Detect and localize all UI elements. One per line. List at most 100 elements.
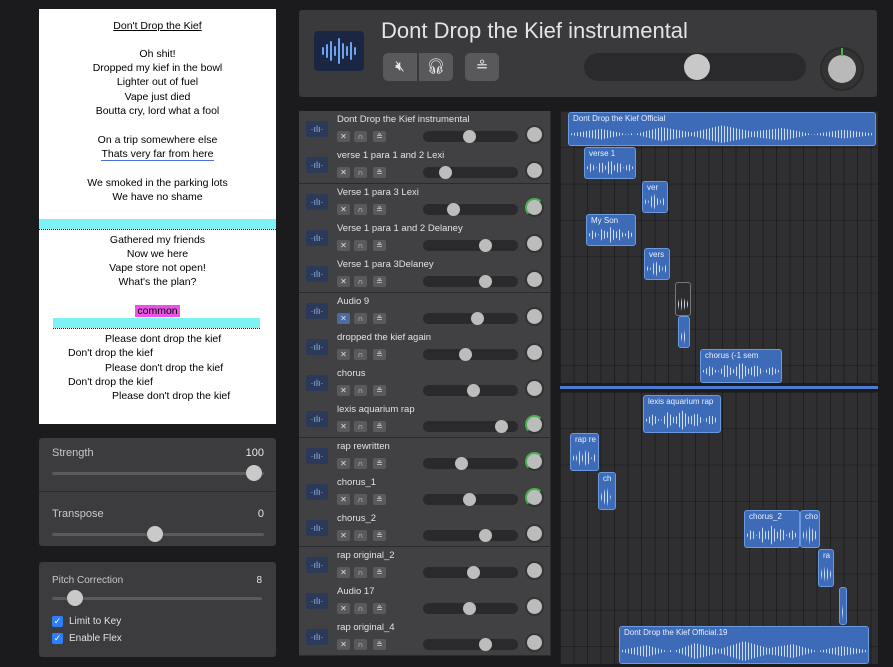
- track-mute-button[interactable]: ✕: [337, 276, 350, 288]
- track-row[interactable]: ·ılı· rap original_4 ✕ ∩ ≗: [299, 619, 550, 657]
- track-pan-knob[interactable]: [525, 306, 544, 326]
- track-solo-button[interactable]: ∩: [354, 457, 367, 469]
- track-volume-thumb[interactable]: [459, 347, 472, 361]
- track-mute-button[interactable]: ✕: [337, 457, 350, 469]
- mute-button[interactable]: 🔇︎: [383, 53, 417, 81]
- track-volume-slider[interactable]: [423, 638, 518, 652]
- track-solo-button[interactable]: ∩: [354, 348, 367, 360]
- audio-region[interactable]: chorus (-1 sem: [700, 349, 782, 383]
- solo-button[interactable]: 🎧︎: [419, 53, 453, 81]
- track-mute-button[interactable]: ✕: [337, 167, 350, 179]
- track-monitor-button[interactable]: ≗: [373, 276, 386, 288]
- track-volume-thumb[interactable]: [455, 456, 468, 470]
- track-row[interactable]: ·ılı· chorus ✕ ∩ ≗: [299, 365, 550, 403]
- track-volume-thumb[interactable]: [479, 529, 492, 543]
- track-solo-button[interactable]: ∩: [354, 239, 367, 251]
- pan-knob[interactable]: [820, 47, 864, 91]
- track-mute-button[interactable]: ✕: [337, 203, 350, 215]
- track-volume-slider[interactable]: [423, 565, 518, 579]
- track-pan-knob[interactable]: [525, 125, 544, 144]
- track-volume-thumb[interactable]: [463, 130, 476, 143]
- track-mute-button[interactable]: ✕: [337, 385, 350, 397]
- track-pan-knob[interactable]: [525, 379, 544, 399]
- volume-thumb[interactable]: [684, 54, 710, 80]
- track-row[interactable]: ·ılı· Verse 1 para 3Delaney ✕ ∩ ≗: [299, 256, 550, 294]
- audio-region[interactable]: ra: [818, 549, 834, 587]
- track-mute-button[interactable]: ✕: [337, 239, 350, 251]
- track-volume-thumb[interactable]: [479, 238, 492, 252]
- track-volume-slider[interactable]: [423, 311, 518, 325]
- track-mute-button[interactable]: ✕: [337, 494, 350, 505]
- track-row[interactable]: ·ılı· dropped the kief again ✕ ∩ ≗: [299, 328, 550, 366]
- track-pan-knob[interactable]: [525, 524, 544, 544]
- pitch-correction-slider[interactable]: [52, 597, 262, 600]
- transpose-slider-thumb[interactable]: [147, 526, 163, 542]
- track-row[interactable]: ·ılı· rap original_2 ✕ ∩ ≗: [299, 546, 550, 584]
- track-solo-button[interactable]: ∩: [354, 639, 367, 651]
- track-monitor-button[interactable]: ≗: [373, 530, 386, 542]
- track-monitor-button[interactable]: ≗: [373, 421, 386, 433]
- track-mute-button[interactable]: ✕: [337, 639, 350, 651]
- track-pan-knob[interactable]: [525, 633, 544, 653]
- track-solo-button[interactable]: ∩: [354, 566, 367, 578]
- track-row[interactable]: ·ılı· Verse 1 para 1 and 2 Delaney ✕ ∩ ≗: [299, 219, 550, 257]
- track-row[interactable]: ·ılı· lexis aquarium rap ✕ ∩ ≗: [299, 401, 550, 439]
- audio-region[interactable]: vers: [644, 248, 670, 280]
- track-row[interactable]: ·ılı· rap rewritten ✕ ∩ ≗: [299, 437, 550, 475]
- track-volume-thumb[interactable]: [467, 384, 480, 398]
- track-row[interactable]: ·ılı· Verse 1 para 3 Lexi ✕ ∩ ≗: [299, 183, 550, 221]
- track-row[interactable]: ·ılı· chorus_1 ✕ ∩ ≗: [299, 474, 550, 511]
- track-volume-thumb[interactable]: [463, 493, 476, 506]
- track-volume-thumb[interactable]: [463, 601, 476, 615]
- track-volume-thumb[interactable]: [479, 275, 492, 289]
- pitch-correction-thumb[interactable]: [67, 590, 83, 606]
- track-solo-button[interactable]: ∩: [354, 494, 367, 505]
- track-solo-button[interactable]: ∩: [354, 167, 367, 179]
- track-monitor-button[interactable]: ≗: [373, 385, 386, 397]
- audio-region[interactable]: cho: [800, 510, 820, 548]
- track-pan-knob[interactable]: [525, 270, 544, 290]
- track-monitor-button[interactable]: ≗: [373, 348, 386, 360]
- track-solo-button[interactable]: ∩: [354, 203, 367, 215]
- track-volume-thumb[interactable]: [479, 638, 492, 652]
- track-volume-slider[interactable]: [423, 166, 518, 180]
- track-pan-knob[interactable]: [525, 596, 544, 616]
- track-solo-button[interactable]: ∩: [354, 312, 367, 324]
- track-pan-knob[interactable]: [525, 197, 544, 217]
- audio-region[interactable]: chorus_2: [744, 510, 800, 548]
- track-pan-knob[interactable]: [525, 161, 544, 181]
- audio-region[interactable]: rap re: [570, 433, 599, 471]
- strength-slider-thumb[interactable]: [246, 465, 262, 481]
- track-row[interactable]: ·ılı· verse 1 para 1 and 2 Lexi ✕ ∩ ≗: [299, 147, 550, 185]
- audio-region[interactable]: [678, 316, 690, 348]
- track-volume-thumb[interactable]: [439, 166, 452, 180]
- track-mute-button[interactable]: ✕: [337, 530, 350, 542]
- track-solo-button[interactable]: ∩: [354, 602, 367, 614]
- track-monitor-button[interactable]: ≗: [373, 239, 386, 251]
- track-row[interactable]: ·ılı· Audio 9 ✕ ∩ ≗: [299, 292, 550, 330]
- track-mute-button[interactable]: ✕: [337, 348, 350, 360]
- track-volume-slider[interactable]: [423, 275, 518, 289]
- track-mute-button[interactable]: ✕: [337, 421, 350, 433]
- track-row[interactable]: ·ılı· Audio 17 ✕ ∩ ≗: [299, 582, 550, 620]
- audio-region[interactable]: Dont Drop the Kief Official: [568, 112, 876, 146]
- track-solo-button[interactable]: ∩: [354, 421, 367, 433]
- audio-region[interactable]: [839, 587, 847, 625]
- audio-region[interactable]: My Son: [586, 214, 636, 246]
- track-volume-slider[interactable]: [423, 130, 518, 143]
- track-row[interactable]: ·ılı· chorus_2 ✕ ∩ ≗: [299, 510, 550, 548]
- track-mute-button[interactable]: ✕: [337, 602, 350, 614]
- track-volume-slider[interactable]: [423, 529, 518, 543]
- track-monitor-button[interactable]: ≗: [373, 167, 386, 179]
- limit-to-key-checkbox[interactable]: ✓: [52, 616, 63, 627]
- track-solo-button[interactable]: ∩: [354, 530, 367, 542]
- track-volume-slider[interactable]: [423, 601, 518, 615]
- track-volume-slider[interactable]: [423, 238, 518, 252]
- track-solo-button[interactable]: ∩: [354, 385, 367, 397]
- track-volume-thumb[interactable]: [495, 420, 508, 434]
- track-mute-button[interactable]: ✕: [337, 566, 350, 578]
- timeline-bottom[interactable]: lexis aquarium rap rap re ch chorus_2 cho ra D…: [560, 392, 878, 664]
- enable-flex-checkbox[interactable]: ✓: [52, 633, 63, 644]
- track-monitor-button[interactable]: ≗: [373, 131, 386, 142]
- track-volume-slider[interactable]: [423, 202, 518, 216]
